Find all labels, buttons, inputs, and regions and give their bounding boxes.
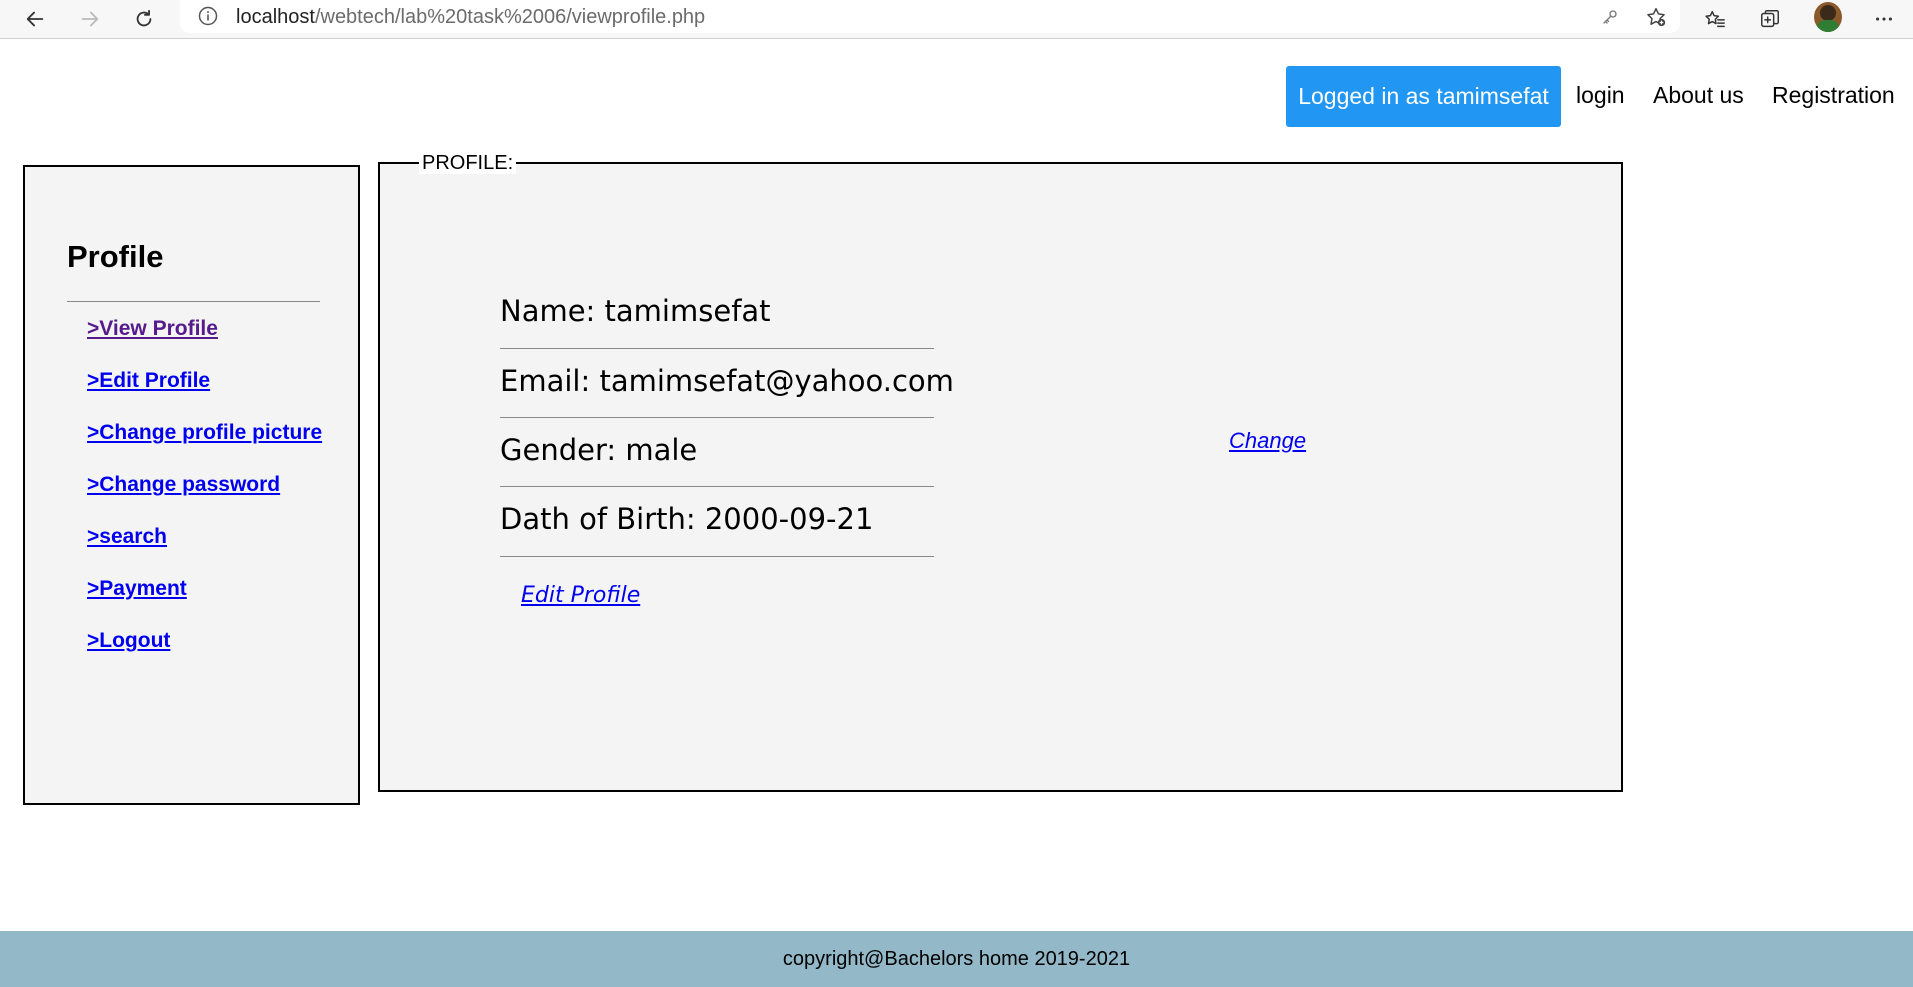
sidebar-item-change-profile-picture[interactable]: >Change profile picture: [87, 421, 322, 445]
profile-avatar[interactable]: [1814, 2, 1842, 32]
sidebar-divider: [67, 301, 320, 302]
profile-sidebar: Profile >View Profile >Edit Profile >Cha…: [23, 165, 360, 805]
sidebar-item-logout[interactable]: >Logout: [87, 629, 170, 653]
more-icon[interactable]: [1868, 3, 1900, 35]
sidebar-item-payment[interactable]: >Payment: [87, 577, 187, 601]
reload-icon[interactable]: [128, 3, 160, 35]
profile-name: Name: tamimsefat: [500, 294, 771, 328]
logged-in-badge[interactable]: Logged in as tamimsefat: [1286, 66, 1561, 127]
profile-legend: PROFILE:: [419, 152, 517, 174]
collections-icon[interactable]: [1754, 3, 1786, 35]
sidebar-item-search[interactable]: >search: [87, 525, 167, 549]
name-divider: [500, 348, 934, 349]
url-host: localhost: [236, 6, 315, 28]
forward-arrow-icon[interactable]: [74, 3, 106, 35]
dob-divider: [500, 556, 934, 557]
url-text[interactable]: localhost/webtech/lab%20task%2006/viewpr…: [236, 6, 705, 29]
sidebar-item-change-password[interactable]: >Change password: [87, 473, 280, 497]
sidebar-title: Profile: [67, 239, 164, 274]
registration-link[interactable]: Registration: [1772, 82, 1895, 109]
profile-dob: Dath of Birth: 2000-09-21: [500, 502, 874, 536]
gender-divider: [500, 486, 934, 487]
add-favorite-icon[interactable]: [1643, 4, 1669, 30]
url-path: /webtech/lab%20task%2006/viewprofile.php: [314, 6, 706, 28]
sidebar-item-view-profile[interactable]: >View Profile: [87, 317, 218, 341]
change-picture-link[interactable]: Change: [1229, 428, 1306, 454]
profile-email: Email: tamimsefat@yahoo.com: [500, 364, 954, 398]
favorites-icon[interactable]: [1699, 3, 1731, 35]
address-bar[interactable]: localhost/webtech/lab%20task%2006/viewpr…: [180, 0, 1680, 33]
profile-fieldset: PROFILE: Name: tamimsefat Email: tamimse…: [378, 152, 1623, 792]
key-icon[interactable]: [1597, 4, 1623, 30]
browser-toolbar: localhost/webtech/lab%20task%2006/viewpr…: [0, 0, 1913, 39]
back-arrow-icon[interactable]: [19, 3, 51, 35]
info-icon[interactable]: [198, 6, 218, 26]
page-footer: copyright@Bachelors home 2019-2021: [0, 931, 1913, 987]
about-us-link[interactable]: About us: [1653, 82, 1744, 109]
edit-profile-link[interactable]: Edit Profile: [521, 583, 640, 608]
email-divider: [500, 417, 934, 418]
login-link[interactable]: login: [1576, 82, 1625, 109]
sidebar-item-edit-profile[interactable]: >Edit Profile: [87, 369, 210, 393]
profile-gender: Gender: male: [500, 433, 698, 467]
